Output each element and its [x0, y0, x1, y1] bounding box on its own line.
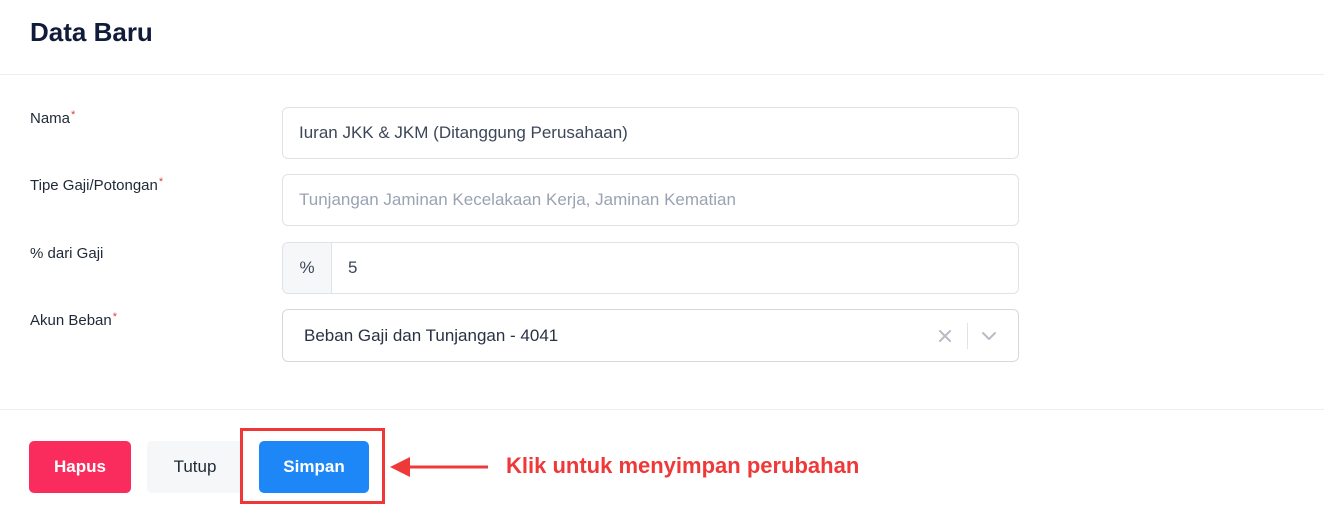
tipe-label: Tipe Gaji/Potongan*	[30, 176, 164, 194]
modal-header: Data Baru	[0, 0, 1324, 75]
akun-label: Akun Beban*	[30, 311, 118, 329]
persen-label: % dari Gaji	[30, 245, 104, 262]
annotation-text: Klik untuk menyimpan perubahan	[506, 453, 860, 478]
modal-title: Data Baru	[30, 17, 153, 47]
annotation-arrow-icon	[390, 457, 488, 477]
x-icon[interactable]	[934, 322, 956, 350]
delete-button[interactable]: Hapus	[29, 441, 131, 493]
footer-divider	[0, 409, 1324, 410]
select-separator	[967, 323, 968, 349]
required-mark: *	[158, 176, 164, 188]
nama-input[interactable]	[282, 107, 1019, 159]
akun-select[interactable]: Beban Gaji dan Tunjangan - 4041	[282, 309, 1019, 362]
chevron-down-icon[interactable]	[978, 322, 1000, 350]
required-mark: *	[71, 109, 76, 121]
tipe-input[interactable]	[282, 174, 1019, 226]
percent-addon: %	[282, 242, 331, 294]
nama-label: Nama*	[30, 109, 76, 127]
persen-input[interactable]	[331, 242, 1019, 294]
save-button[interactable]: Simpan	[259, 441, 369, 493]
required-mark: *	[112, 311, 118, 323]
akun-select-value: Beban Gaji dan Tunjangan - 4041	[304, 326, 559, 345]
close-button[interactable]: Tutup	[147, 441, 243, 493]
